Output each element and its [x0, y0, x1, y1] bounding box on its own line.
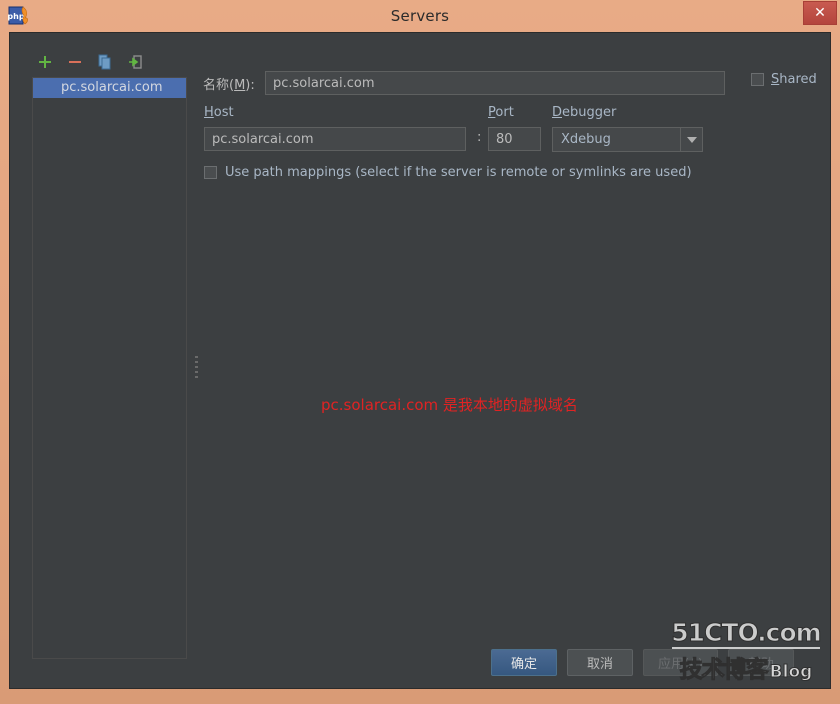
remove-server-button[interactable] — [62, 51, 88, 73]
port-label: Port — [488, 105, 514, 120]
debugger-select[interactable]: Xdebug — [552, 127, 703, 152]
port-input[interactable] — [488, 127, 541, 151]
phpstorm-icon: php — [7, 5, 30, 27]
servers-dialog-window: php Servers ✕ pc.solarcai.com 名称(M): pc.… — [0, 0, 840, 704]
host-label: Host — [204, 105, 234, 120]
add-server-button[interactable] — [32, 51, 58, 73]
path-mappings-checkbox-row[interactable]: Use path mappings (select if the server … — [204, 165, 692, 180]
name-input[interactable] — [265, 71, 725, 95]
name-label: 名称(M): — [203, 77, 255, 93]
name-label-mnemonic: M — [234, 77, 246, 93]
import-server-button[interactable] — [122, 51, 148, 73]
copy-server-button[interactable] — [92, 51, 118, 73]
host-input[interactable] — [204, 127, 466, 151]
host-port-separator: : — [477, 130, 482, 145]
splitter-grip-icon — [195, 355, 198, 381]
list-item[interactable]: pc.solarcai.com — [33, 78, 186, 98]
shared-checkbox[interactable] — [751, 73, 764, 86]
dialog-body: pc.solarcai.com 名称(M): Shared Host Port … — [9, 32, 831, 689]
window-title: Servers — [390, 7, 450, 25]
debugger-label: Debugger — [552, 105, 617, 120]
name-row: 名称(M): — [203, 71, 725, 95]
shared-checkbox-row[interactable]: Shared — [751, 72, 817, 87]
panel-splitter[interactable] — [193, 77, 200, 659]
path-mappings-checkbox[interactable] — [204, 166, 217, 179]
servers-list[interactable]: pc.solarcai.com — [32, 77, 187, 659]
path-mappings-label: Use path mappings (select if the server … — [225, 165, 692, 180]
close-icon[interactable]: ✕ — [803, 1, 837, 25]
help-button[interactable]: 帮助 — [728, 649, 794, 676]
dialog-button-bar: 确定 取消 应用(A) 帮助 — [10, 649, 830, 676]
cancel-button[interactable]: 取消 — [566, 649, 633, 676]
chevron-down-icon[interactable] — [680, 128, 702, 151]
ok-button[interactable]: 确定 — [490, 649, 557, 676]
debugger-selected-value: Xdebug — [561, 132, 611, 147]
shared-label: Shared — [771, 72, 817, 87]
annotation-text: pc.solarcai.com 是我本地的虚拟域名 — [321, 396, 578, 414]
servers-toolbar — [32, 51, 148, 73]
server-settings-form: 名称(M): Shared Host Port Debugger : Xdebu… — [200, 49, 822, 680]
apply-button[interactable]: 应用(A) — [642, 649, 718, 676]
title-bar: php Servers ✕ — [0, 0, 840, 32]
